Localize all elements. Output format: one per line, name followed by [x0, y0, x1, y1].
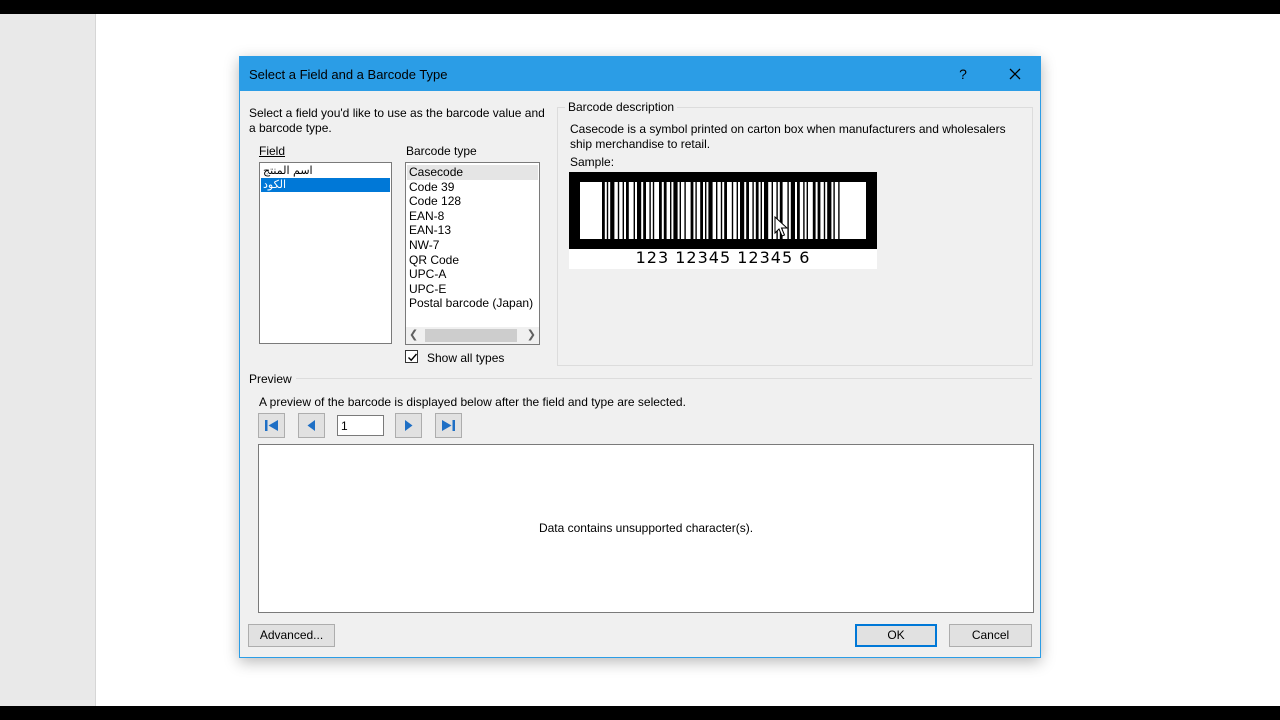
preview-instruction: A preview of the barcode is displayed be… — [259, 395, 686, 409]
top-black-bar — [0, 0, 1280, 14]
document-side-margin — [0, 14, 96, 706]
preview-label: Preview — [249, 372, 292, 386]
mouse-pointer-icon — [774, 216, 788, 237]
previous-record-button[interactable] — [298, 413, 325, 438]
previous-record-icon — [307, 420, 315, 431]
barcode-description-text: Casecode is a symbol printed on carton b… — [570, 122, 1006, 151]
barcode-dialog: Select a Field and a Barcode Type ? Sele… — [239, 56, 1041, 658]
field-list-item[interactable]: اسم المنتج — [261, 164, 390, 178]
barcode-type-label: Barcode type — [406, 144, 477, 158]
sample-barcode: 123 12345 12345 6 — [569, 172, 877, 269]
barcode-type-item[interactable]: QR Code — [407, 253, 538, 268]
next-record-icon — [405, 420, 413, 431]
field-listbox[interactable]: اسم المنتج الكود — [259, 162, 392, 344]
barcode-type-item[interactable]: UPC-A — [407, 267, 538, 282]
barcode-digits: 123 12345 12345 6 — [635, 248, 811, 267]
field-label-text: Field — [259, 144, 286, 158]
dialog-title: Select a Field and a Barcode Type — [249, 67, 448, 82]
barcode-type-item[interactable]: Code 128 — [407, 194, 538, 209]
sample-label: Sample: — [570, 155, 615, 169]
advanced-button[interactable]: Advanced... — [248, 624, 335, 647]
barcode-image — [569, 172, 877, 249]
preview-message: Data contains unsupported character(s). — [538, 521, 754, 535]
barcode-type-item[interactable]: NW-7 — [407, 238, 538, 253]
next-record-button[interactable] — [395, 413, 422, 438]
barcode-type-item[interactable]: EAN-8 — [407, 209, 538, 224]
field-label: Field — [259, 144, 285, 158]
field-item-text: الكود — [263, 178, 287, 191]
barcode-type-item[interactable]: Code 39 — [407, 180, 538, 195]
barcode-type-listbox[interactable]: Casecode Code 39 Code 128 EAN-8 EAN-13 N… — [405, 162, 540, 345]
barcode-type-item-selected[interactable]: Casecode — [407, 165, 538, 180]
record-number-input[interactable] — [337, 415, 384, 436]
field-item-text: اسم المنتج — [263, 164, 313, 177]
barcode-type-item[interactable]: EAN-13 — [407, 223, 538, 238]
scroll-thumb[interactable] — [425, 329, 517, 342]
close-button[interactable] — [995, 57, 1035, 91]
preview-separator — [296, 378, 1032, 379]
last-record-button[interactable] — [435, 413, 462, 438]
dialog-titlebar[interactable]: Select a Field and a Barcode Type ? — [240, 57, 1040, 91]
checkbox-box[interactable] — [405, 350, 418, 363]
help-button[interactable]: ? — [945, 57, 981, 91]
barcode-type-item[interactable]: UPC-E — [407, 282, 538, 297]
scroll-left-icon[interactable]: ❮ — [409, 328, 418, 341]
last-record-icon — [442, 420, 455, 431]
bottom-black-bar — [0, 706, 1280, 720]
barcode-preview-area: Data contains unsupported character(s). — [258, 444, 1034, 613]
close-icon — [1009, 68, 1021, 80]
barcode-type-item[interactable]: Postal barcode (Japan) — [407, 296, 538, 311]
first-record-button[interactable] — [258, 413, 285, 438]
scroll-right-icon[interactable]: ❯ — [527, 328, 536, 341]
first-record-icon — [265, 420, 278, 431]
horizontal-scrollbar[interactable]: ❮ ❯ — [406, 327, 539, 344]
field-list-item-selected[interactable]: الكود — [261, 178, 390, 192]
show-all-types-label: Show all types — [427, 351, 505, 365]
instruction-text: Select a field you'd like to use as the … — [249, 106, 545, 135]
cancel-button[interactable]: Cancel — [949, 624, 1032, 647]
ok-button[interactable]: OK — [855, 624, 937, 647]
check-icon — [408, 353, 418, 362]
barcode-description-title: Barcode description — [565, 100, 678, 114]
